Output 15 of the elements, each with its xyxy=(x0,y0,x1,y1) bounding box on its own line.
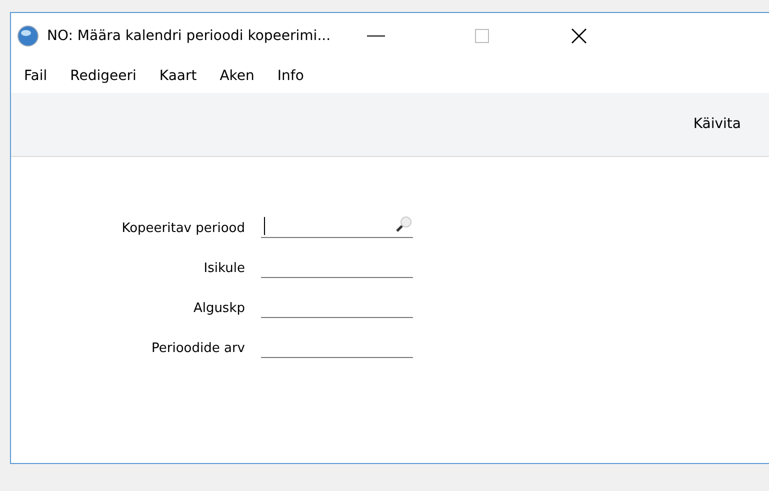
menu-item[interactable]: Kaart xyxy=(159,66,197,86)
menu-item[interactable]: Info xyxy=(277,66,304,86)
field-label: Perioodide arv xyxy=(150,340,246,358)
window-title: NO: Määra kalendri perioodi kopeerimi... xyxy=(47,26,331,46)
close-icon[interactable] xyxy=(570,28,587,44)
globe-icon xyxy=(17,25,39,47)
field-label: Isikule xyxy=(202,260,246,278)
menu-item[interactable]: Redigeeri xyxy=(70,66,136,86)
run-button[interactable]: Käivita xyxy=(693,114,741,135)
field-label: Kopeeritav periood xyxy=(120,220,246,238)
menu-item[interactable]: Fail xyxy=(24,66,48,86)
field-label: Alguskp xyxy=(192,300,246,318)
text-cursor xyxy=(264,217,265,235)
menu-item[interactable]: Aken xyxy=(220,66,254,86)
search-icon[interactable] xyxy=(395,216,413,234)
